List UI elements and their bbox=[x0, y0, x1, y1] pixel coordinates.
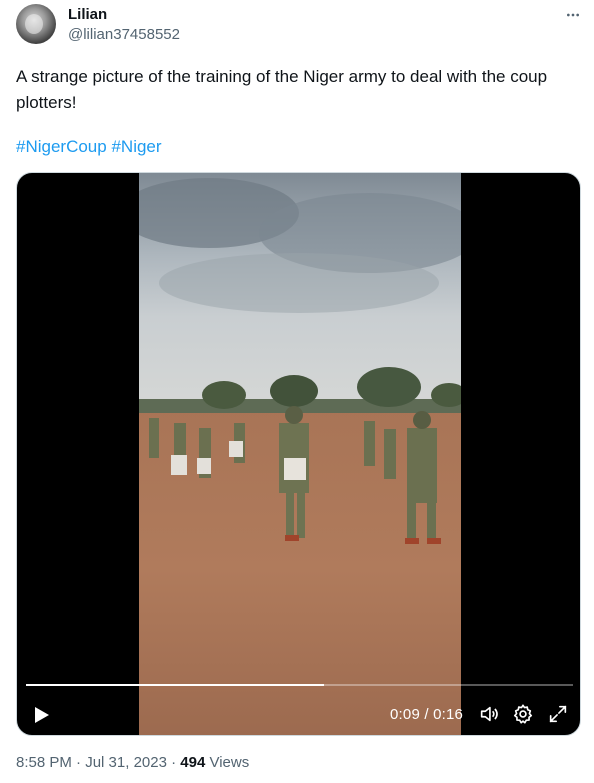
more-horizontal-icon bbox=[567, 13, 579, 17]
author-name[interactable]: Lilian bbox=[68, 6, 107, 23]
meta-separator: · bbox=[71, 754, 86, 771]
views-count: 494 bbox=[180, 754, 206, 771]
fullscreen-expand-icon bbox=[549, 705, 567, 723]
play-button[interactable] bbox=[29, 703, 53, 727]
video-duration: 0:16 bbox=[433, 706, 464, 723]
author-handle[interactable]: @lilian37458552 bbox=[68, 26, 180, 43]
video-current-time: 0:09 bbox=[390, 706, 420, 723]
views-label: Views bbox=[205, 754, 250, 771]
more-options-button[interactable] bbox=[562, 4, 584, 26]
video-time-separator: / bbox=[420, 706, 434, 723]
tweet-date[interactable]: Jul 31, 2023 bbox=[85, 754, 167, 771]
volume-icon bbox=[480, 706, 498, 722]
tweet-time[interactable]: 8:58 PM bbox=[16, 754, 72, 771]
tweet-meta: 8:58 PM · Jul 31, 2023 · 494 Views bbox=[16, 754, 249, 771]
tweet-text: A strange picture of the training of the… bbox=[16, 67, 548, 112]
hashtag-niger[interactable]: #Niger bbox=[111, 137, 161, 156]
video-progress-fill bbox=[26, 684, 325, 686]
play-icon bbox=[35, 707, 49, 723]
video-time: 0:09 / 0:16 bbox=[390, 706, 463, 723]
volume-button[interactable] bbox=[478, 703, 500, 725]
video-still-image bbox=[139, 173, 461, 735]
video-player[interactable]: 0:09 / 0:16 bbox=[16, 172, 581, 736]
settings-gear-icon bbox=[513, 704, 533, 724]
avatar[interactable] bbox=[16, 4, 56, 44]
video-frame[interactable] bbox=[139, 173, 461, 735]
video-progress-bar[interactable] bbox=[26, 684, 573, 686]
hashtag-nigercoup[interactable]: #NigerCoup bbox=[16, 137, 107, 156]
meta-separator: · bbox=[166, 754, 181, 771]
settings-button[interactable] bbox=[512, 703, 534, 725]
hashtag-list: #NigerCoup #Niger bbox=[16, 136, 162, 158]
fullscreen-button[interactable] bbox=[547, 703, 569, 725]
